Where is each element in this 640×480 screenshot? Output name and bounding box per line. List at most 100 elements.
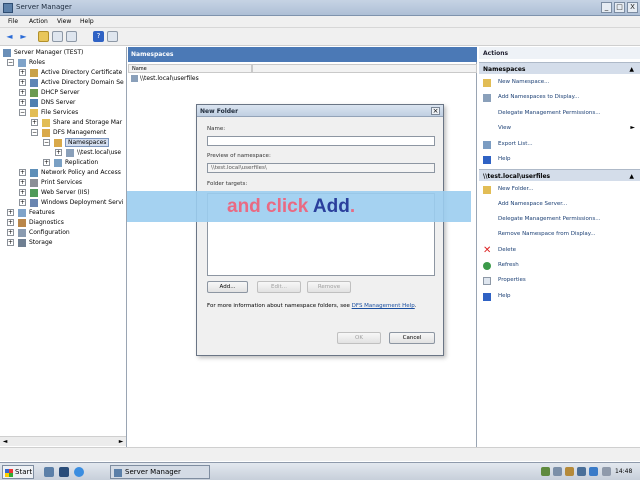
expand-icon[interactable]: + bbox=[55, 149, 62, 156]
window-title: Server Manager bbox=[16, 3, 72, 11]
new-folder-dialog: New Folder × Name: Preview of namespace:… bbox=[196, 104, 444, 356]
preview-namespace-field: \\test.local\userfiles\ bbox=[207, 163, 435, 173]
collapse-icon[interactable]: − bbox=[31, 129, 38, 136]
quicklaunch-ie-icon[interactable] bbox=[74, 467, 84, 477]
namespace-icon bbox=[54, 139, 62, 147]
scroll-right-icon[interactable]: ► bbox=[117, 438, 125, 446]
forward-arrow-icon[interactable]: ► bbox=[18, 31, 29, 42]
expand-icon[interactable]: + bbox=[19, 169, 26, 176]
list-view-icon[interactable] bbox=[66, 31, 77, 42]
toolbar: ◄ ► ? bbox=[0, 28, 640, 46]
taskbar: Start Server Manager 14:48 bbox=[0, 462, 640, 480]
title-bar: Server Manager _ □ X bbox=[0, 0, 640, 16]
collapse-icon[interactable]: − bbox=[7, 59, 14, 66]
remove-button: Remove bbox=[307, 281, 351, 293]
scroll-left-icon[interactable]: ◄ bbox=[1, 438, 9, 446]
dfs-icon bbox=[42, 129, 50, 137]
submenu-arrow-icon: ► bbox=[630, 124, 635, 131]
clock[interactable]: 14:48 bbox=[615, 468, 632, 475]
start-button[interactable]: Start bbox=[2, 465, 34, 479]
properties-icon[interactable] bbox=[107, 31, 118, 42]
printer-icon bbox=[30, 179, 38, 187]
windows-logo-icon bbox=[5, 469, 13, 477]
tray-shield-icon[interactable] bbox=[589, 467, 598, 476]
actions-pane: Actions Namespaces ▲ New Namespace... Ad… bbox=[479, 47, 640, 447]
column-header-blank bbox=[252, 64, 477, 73]
expand-icon[interactable]: + bbox=[19, 199, 26, 206]
add-button[interactable]: Add... bbox=[207, 281, 248, 293]
tray-monitor-icon[interactable] bbox=[577, 467, 586, 476]
dialog-title: New Folder bbox=[200, 108, 239, 115]
expand-icon[interactable]: + bbox=[7, 219, 14, 226]
tray-usb-icon[interactable] bbox=[565, 467, 574, 476]
back-arrow-icon[interactable]: ◄ bbox=[4, 31, 15, 42]
cancel-button[interactable]: Cancel bbox=[389, 332, 435, 344]
expand-icon[interactable]: + bbox=[7, 239, 14, 246]
menu-bar: File Action View Help bbox=[0, 16, 640, 28]
menu-help[interactable]: Help bbox=[80, 18, 94, 25]
actions-section-namespaces[interactable]: Namespaces ▲ bbox=[479, 62, 640, 74]
menu-action[interactable]: Action bbox=[29, 18, 48, 25]
expand-icon[interactable]: + bbox=[31, 119, 38, 126]
maximize-button[interactable]: □ bbox=[614, 2, 625, 13]
minimize-button[interactable]: _ bbox=[601, 2, 612, 13]
action-view[interactable]: View ► bbox=[483, 124, 635, 134]
deployment-icon bbox=[30, 199, 38, 207]
dialog-close-button[interactable]: × bbox=[431, 107, 440, 115]
tray-volume-icon[interactable] bbox=[602, 467, 611, 476]
expand-icon[interactable]: + bbox=[43, 159, 50, 166]
storage-icon bbox=[18, 239, 26, 247]
new-folder-icon bbox=[483, 186, 491, 194]
collapse-caret-icon[interactable]: ▲ bbox=[629, 173, 634, 180]
tray-display-icon[interactable] bbox=[553, 467, 562, 476]
dns-icon bbox=[30, 99, 38, 107]
help-icon[interactable]: ? bbox=[93, 31, 104, 42]
expand-icon[interactable]: + bbox=[19, 69, 26, 76]
replication-icon bbox=[54, 159, 62, 167]
collapse-icon[interactable]: − bbox=[43, 139, 50, 146]
expand-icon[interactable]: + bbox=[19, 89, 26, 96]
expand-icon[interactable]: + bbox=[19, 189, 26, 196]
dfs-management-help-link[interactable]: DFS Management Help bbox=[352, 303, 415, 309]
edit-button: Edit... bbox=[257, 281, 301, 293]
expand-icon[interactable]: + bbox=[19, 179, 26, 186]
expand-icon[interactable]: + bbox=[7, 209, 14, 216]
namespace-row[interactable]: \\test.local\userfiles bbox=[131, 75, 199, 84]
preview-label: Preview of namespace: bbox=[207, 153, 271, 159]
console-tree-icon[interactable] bbox=[52, 31, 63, 42]
actions-header: Actions bbox=[479, 47, 640, 59]
tray-network-icon[interactable] bbox=[541, 467, 550, 476]
features-icon bbox=[18, 209, 26, 217]
export-icon bbox=[483, 141, 491, 149]
help-icon bbox=[483, 293, 491, 301]
roles-icon bbox=[18, 59, 26, 67]
menu-file[interactable]: File bbox=[8, 18, 18, 25]
expand-icon[interactable]: + bbox=[19, 79, 26, 86]
help-icon bbox=[483, 156, 491, 164]
actions-section-userfiles[interactable]: \\test.local\userfiles ▲ bbox=[479, 169, 640, 181]
configuration-icon bbox=[18, 229, 26, 237]
quicklaunch-server-manager-icon[interactable] bbox=[44, 467, 54, 477]
properties-icon bbox=[483, 277, 491, 285]
menu-view[interactable]: View bbox=[57, 18, 71, 25]
folder-name-input[interactable] bbox=[207, 136, 435, 146]
column-header-name[interactable]: Name bbox=[128, 64, 252, 73]
quicklaunch-powershell-icon[interactable] bbox=[59, 467, 69, 477]
folder-targets-label: Folder targets: bbox=[207, 181, 248, 187]
expand-icon[interactable]: + bbox=[7, 229, 14, 236]
folder-icon bbox=[30, 109, 38, 117]
folder-up-icon[interactable] bbox=[38, 31, 49, 42]
help-info-text: For more information about namespace fol… bbox=[207, 303, 417, 309]
collapse-icon[interactable]: − bbox=[19, 109, 26, 116]
taskbar-server-manager[interactable]: Server Manager bbox=[110, 465, 210, 479]
collapse-caret-icon[interactable]: ▲ bbox=[629, 66, 634, 73]
refresh-icon bbox=[483, 262, 491, 270]
new-namespace-icon bbox=[483, 79, 491, 87]
ok-button: OK bbox=[337, 332, 381, 344]
tree-horizontal-scrollbar[interactable]: ◄ ► bbox=[0, 436, 126, 446]
close-button[interactable]: X bbox=[627, 2, 638, 13]
dhcp-icon bbox=[30, 89, 38, 97]
expand-icon[interactable]: + bbox=[19, 99, 26, 106]
status-bar bbox=[0, 447, 640, 461]
namespace-root-icon bbox=[131, 75, 138, 82]
